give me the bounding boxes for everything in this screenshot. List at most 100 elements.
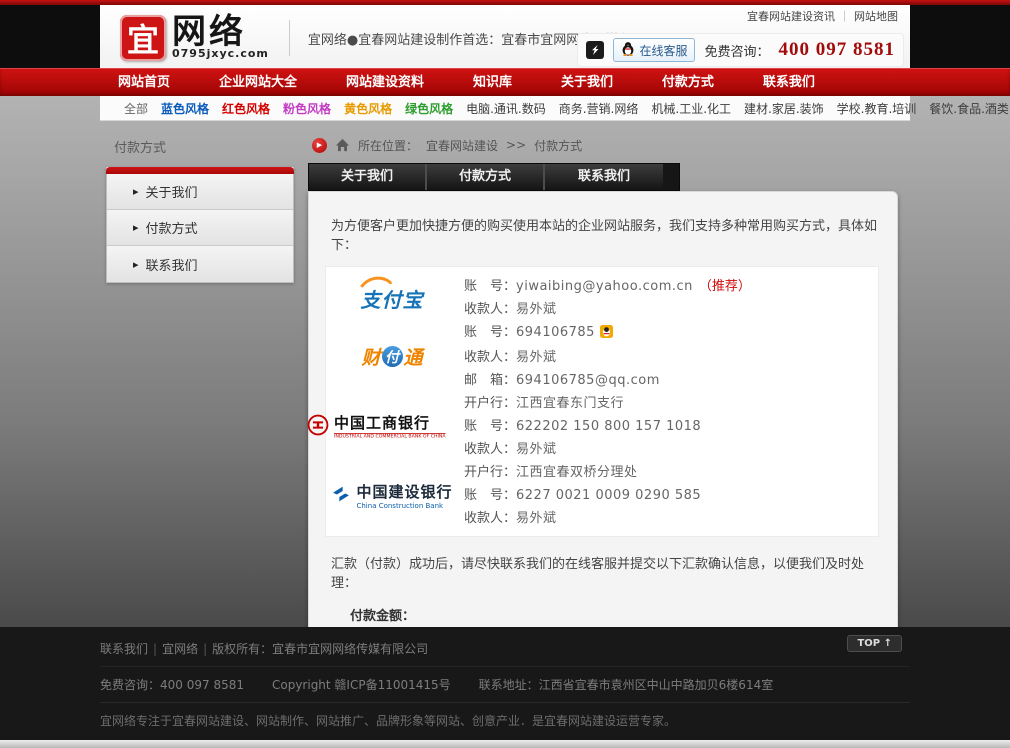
tab-strip: 关于我们 付款方式 联系我们 [308, 163, 680, 191]
subnav-item-education[interactable]: 学校.教育.培训 [837, 100, 917, 117]
footer-row-slogan: 宜网络专注于宜春网站建设、网站制作、网站推广、品牌形象等网站、创意产业．是宜春网… [100, 702, 910, 738]
ccb-logo: 中国建设银行 China Construction Bank [331, 481, 452, 510]
up-arrow-icon: ↑ [884, 638, 892, 649]
subnav-item-blue[interactable]: 蓝色风格 [161, 100, 209, 117]
payment-row-icbc: 中国工商银行 INDUSTRIAL AND COMMERCIAL BANK OF… [326, 392, 878, 461]
bottom-light-strip [0, 740, 1010, 748]
subnav-item-digital[interactable]: 电脑.通讯.数码 [466, 100, 546, 117]
qq-service-button[interactable]: 在线客服 [613, 38, 695, 62]
nav-item-sites[interactable]: 企业网站大全 [219, 69, 297, 96]
payment-row-ccb: 中国建设银行 China Construction Bank 开户行：江西宜春双… [326, 461, 878, 530]
tab-about[interactable]: 关于我们 [309, 164, 427, 190]
arrow-icon: ▸ [133, 221, 139, 234]
sidebar-item-contact[interactable]: ▸ 联系我们 [107, 246, 293, 282]
subnav-item-pink[interactable]: 粉色风格 [283, 100, 331, 117]
qq-contact-icon[interactable] [600, 323, 613, 346]
sidebar: 付款方式 ▸ 关于我们 ▸ 付款方式 ▸ 联系我们 [106, 133, 294, 627]
main-nav: 网站首页 企业网站大全 网站建设资料 知识库 关于我们 付款方式 联系我们 [0, 68, 1010, 96]
footer-hotline: 免费咨询：400 097 8581 [100, 676, 244, 693]
nav-item-home[interactable]: 网站首页 [118, 69, 170, 96]
icbc-logo-icon [307, 414, 329, 440]
nav-item-materials[interactable]: 网站建设资料 [346, 69, 424, 96]
payment-line: 账 号：6227 0021 0009 0290 585 [464, 484, 878, 507]
arrow-icon: ▸ [133, 258, 139, 271]
logo-seal[interactable]: 宜 [120, 15, 166, 61]
sidebar-item-label: 关于我们 [146, 182, 198, 201]
intro-text: 为方便客户更加快捷方便的购买使用本站的企业网站服务，我们支持多种常用购买方式，具… [309, 192, 897, 266]
payment-line: 邮 箱：694106785@qq.com [464, 369, 878, 392]
payment-line: 收款人：易外斌 [464, 438, 878, 461]
sidebar-red-bar [106, 167, 294, 174]
subnav-item-yellow[interactable]: 黄色风格 [344, 100, 392, 117]
subnav-item-industry[interactable]: 机械.工业.化工 [651, 100, 731, 117]
payment-line: 开户行：江西宜春双桥分理处 [464, 461, 878, 484]
footer-address: 联系地址：江西省宜春市袁州区中山中路加贝6楼614室 [479, 676, 774, 693]
page: 宜春网站建设资讯｜网站地图 宜 网络 0795jxyc.com 宜网络●宜春网站… [0, 0, 1010, 748]
home-icon[interactable] [335, 138, 350, 152]
breadcrumb: ▶ 所在位置： 宜春网站建设 >> 付款方式 [312, 135, 904, 155]
breadcrumb-bullet-icon: ▶ [312, 138, 327, 153]
news-link[interactable]: 宜春网站建设资讯 [747, 10, 835, 23]
ccb-logo-icon [331, 484, 351, 508]
logo[interactable]: 网络 0795jxyc.com [172, 17, 269, 60]
subnav-item-business[interactable]: 商务.营销.网络 [559, 100, 639, 117]
sitemap-link[interactable]: 网站地图 [854, 10, 898, 23]
tab-payment[interactable]: 付款方式 [427, 164, 545, 190]
breadcrumb-separator: >> [506, 138, 526, 152]
confirm-fields: 付款金额： 付款帐号： 付款户名： [309, 591, 897, 627]
payment-row-tenpay: 财付通 账 号：694106785 收款人：易外斌 [326, 321, 878, 392]
footer-row-info: 免费咨询：400 097 8581 Copyright 赣ICP备1100141… [100, 666, 910, 702]
footer-site-link[interactable]: 宜网络 [162, 642, 198, 656]
breadcrumb-current: 付款方式 [534, 137, 582, 154]
breadcrumb-prefix: 所在位置： [358, 137, 418, 154]
remittance-note: 汇款（付款）成功后，请尽快联系我们的在线客服并提交以下汇款确认信息，以便我们及时… [309, 545, 897, 591]
nav-item-payment[interactable]: 付款方式 [662, 69, 714, 96]
payment-line: 开户行：江西宜春东门支行 [464, 392, 878, 415]
payment-line: 账 号：622202 150 800 157 1018 [464, 415, 878, 438]
payment-line: 收款人：易外斌 [464, 298, 878, 321]
footer-contact-link[interactable]: 联系我们 [100, 642, 148, 656]
content-panel: 为方便客户更加快捷方便的购买使用本站的企业网站服务，我们支持多种常用购买方式，具… [308, 191, 898, 627]
sidebar-title: 付款方式 [114, 137, 294, 156]
payment-line: 收款人：易外斌 [464, 346, 878, 369]
confirm-amount-label: 付款金额： [323, 607, 897, 626]
hotline-number: 400 097 8581 [779, 39, 896, 61]
logo-name: 网络 [172, 17, 269, 47]
tenpay-logo: 财付通 [361, 343, 422, 370]
footer-divider: | [203, 642, 207, 656]
subnav-item-all[interactable]: 全部 [124, 100, 148, 117]
sidebar-item-label: 联系我们 [146, 255, 198, 274]
hotline-label: 免费咨询： [704, 41, 769, 60]
payment-line: 收款人：易外斌 [464, 507, 878, 530]
payment-table: 支付宝 账 号：yiwaibing@yahoo.com.cn（推荐） 收款人：易… [325, 266, 879, 537]
footer-slogan: 宜网络专注于宜春网站建设、网站制作、网站推广、品牌形象等网站、创意产业．是宜春网… [100, 714, 676, 728]
payment-line: 账 号：yiwaibing@yahoo.com.cn（推荐） [464, 275, 878, 298]
footer-divider: | [153, 642, 157, 656]
footer-copyright: 版权所有：宜春市宜网网络传媒有限公司 [212, 642, 428, 656]
qq-penguin-icon [621, 41, 635, 59]
nav-item-knowledge[interactable]: 知识库 [473, 69, 512, 96]
payment-row-alipay: 支付宝 账 号：yiwaibing@yahoo.com.cn（推荐） 收款人：易… [326, 275, 878, 321]
sidebar-item-about[interactable]: ▸ 关于我们 [107, 174, 293, 210]
subnav-item-building[interactable]: 建材.家居.装饰 [744, 100, 824, 117]
tab-contact[interactable]: 联系我们 [545, 164, 663, 190]
sidebar-item-label: 付款方式 [146, 218, 198, 237]
sidebar-item-payment[interactable]: ▸ 付款方式 [107, 210, 293, 246]
logo-domain: 0795jxyc.com [172, 47, 269, 60]
nav-item-about[interactable]: 关于我们 [561, 69, 613, 96]
breadcrumb-site-link[interactable]: 宜春网站建设 [426, 137, 498, 154]
subnav-item-food[interactable]: 餐饮.食品.酒类 [929, 100, 1009, 117]
subnav-item-red[interactable]: 红色风格 [222, 100, 270, 117]
back-to-top-button[interactable]: TOP ↑ [847, 635, 902, 652]
footer: 联系我们 | 宜网络 | 版权所有：宜春市宜网网络传媒有限公司 TOP ↑ 免费咨询：4… [0, 627, 1010, 748]
alipay-logo: 支付宝 [361, 284, 424, 313]
subnav: 全部 蓝色风格 红色风格 粉色风格 黄色风格 绿色风格 电脑.通讯.数码 商务.… [100, 96, 910, 121]
main-column: ▶ 所在位置： 宜春网站建设 >> 付款方式 关于我们 付款方式 联系我们 [308, 133, 904, 627]
arrow-icon: ▸ [133, 185, 139, 198]
wangwang-icon[interactable] [586, 41, 604, 59]
sidebar-menu: ▸ 关于我们 ▸ 付款方式 ▸ 联系我们 [106, 167, 294, 283]
top-links: 宜春网站建设资讯｜网站地图 [747, 8, 898, 24]
nav-item-contact[interactable]: 联系我们 [763, 69, 815, 96]
footer-icp: Copyright 赣ICP备11001415号 [272, 676, 451, 693]
subnav-item-green[interactable]: 绿色风格 [405, 100, 453, 117]
